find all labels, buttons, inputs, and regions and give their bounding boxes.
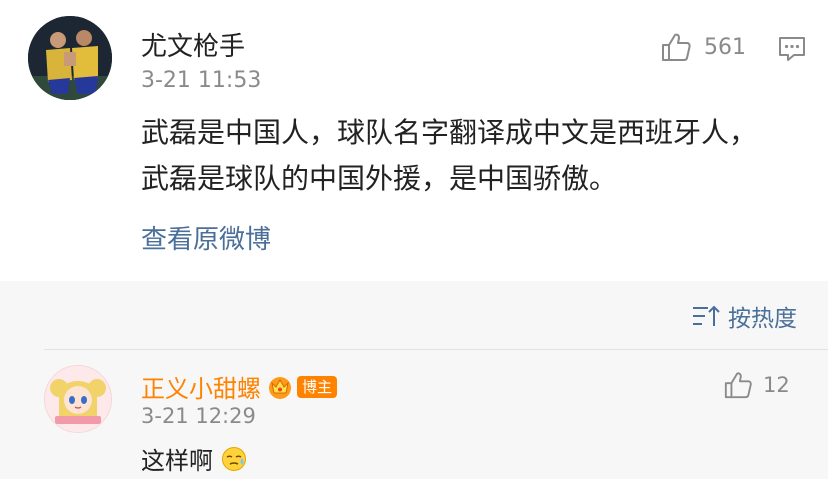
post-content: 武磊是中国人，球队名字翻译成中文是西班牙人，武磊是球队的中国外援，是中国骄傲。 <box>141 116 758 195</box>
author-avatar[interactable] <box>28 16 112 100</box>
sort-icon <box>693 305 720 326</box>
post-timestamp: 3-21 11:53 <box>141 68 262 93</box>
sweat-emoji-icon <box>222 446 246 471</box>
post-author-name[interactable]: 尤文枪手 <box>141 26 245 63</box>
thumbs-up-icon <box>662 33 691 61</box>
comment-text: 这样啊 <box>141 447 213 475</box>
sort-label: 按热度 <box>728 306 797 332</box>
post-card: 尤文枪手 3-21 11:53 561 武磊是中国人，球队名字翻译成中文是西班牙… <box>0 0 828 281</box>
view-original-link[interactable]: 查看原微博 <box>141 219 271 256</box>
divider <box>44 349 828 350</box>
comment-like-count: 12 <box>763 373 790 397</box>
comment-author-row: 正义小甜螺 博主 <box>141 369 338 404</box>
post-like-button[interactable]: 561 <box>660 31 746 63</box>
post-like-count: 561 <box>704 34 746 60</box>
comment-icon <box>779 37 805 61</box>
sort-by-hot-button[interactable]: 按热度 <box>692 299 797 333</box>
comment-button[interactable] <box>778 35 806 67</box>
author-badge: 博主 <box>297 375 338 398</box>
comment-author-name[interactable]: 正义小甜螺 <box>141 369 261 404</box>
thumbs-up-icon <box>724 372 752 399</box>
comment-content: 这样啊 <box>141 441 247 476</box>
football-players-avatar-image <box>28 16 112 100</box>
comment-like-button[interactable]: 12 <box>723 370 790 400</box>
comment-timestamp: 3-21 12:29 <box>141 404 256 428</box>
comment-author-avatar[interactable] <box>44 365 112 433</box>
anime-girl-avatar-image <box>45 366 111 432</box>
crown-icon <box>269 376 291 399</box>
